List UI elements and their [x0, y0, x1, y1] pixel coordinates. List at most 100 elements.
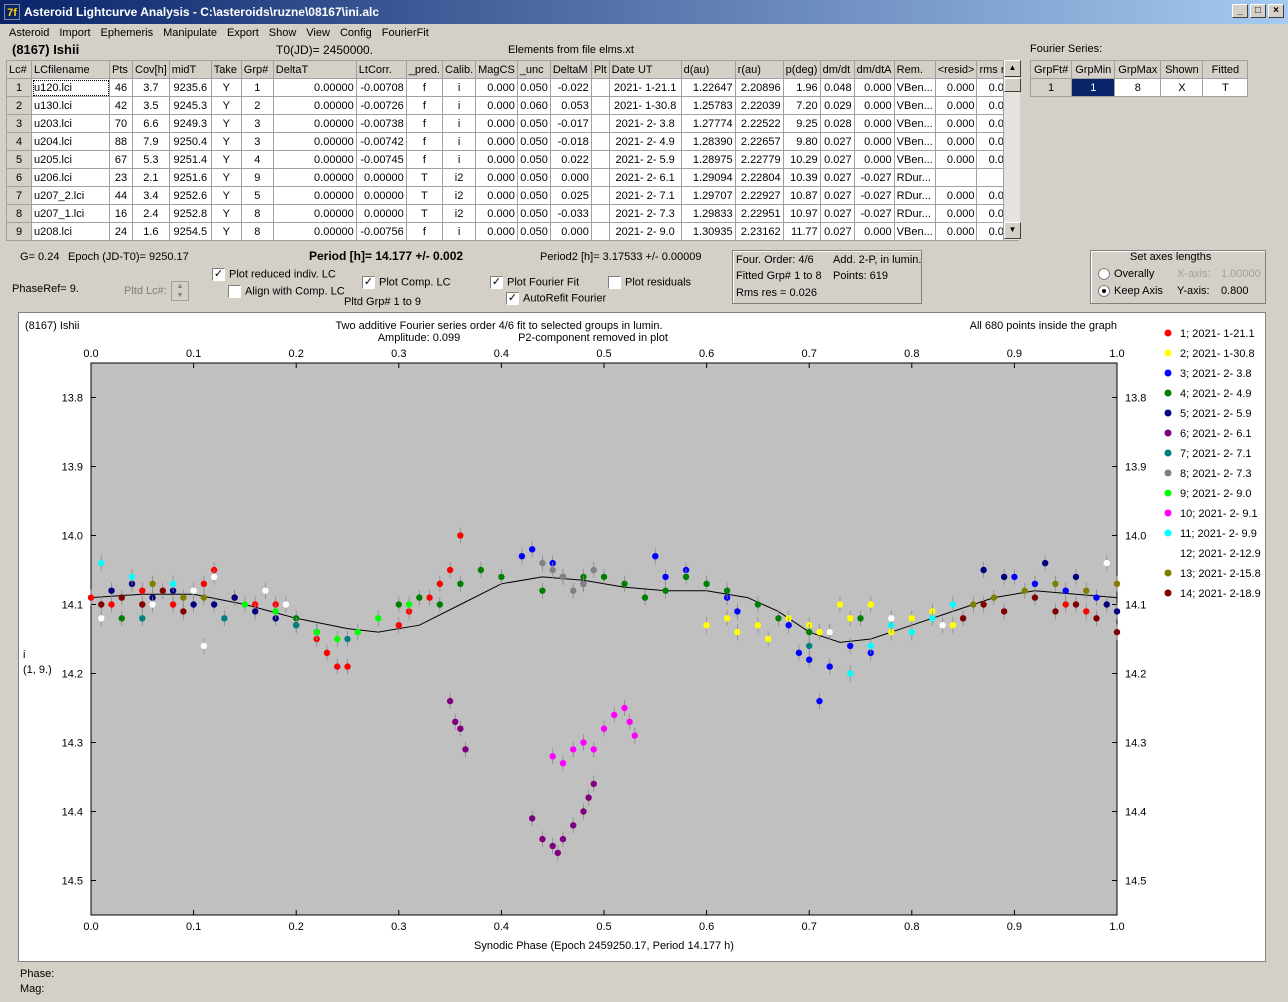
- row-number[interactable]: 7: [6, 186, 32, 205]
- menu-export[interactable]: Export: [222, 27, 264, 39]
- table-cell[interactable]: 0.000: [934, 132, 978, 151]
- table-cell[interactable]: 0.050: [516, 204, 551, 223]
- table-row[interactable]: 8 u207_1.lci 16 2.4 9252.8 Y 8 0.00000 0.00000 Ti…: [6, 204, 1020, 223]
- table-cell[interactable]: 0.000: [934, 150, 978, 169]
- table-cell[interactable]: T: [405, 204, 444, 223]
- table-cell[interactable]: f: [405, 132, 444, 151]
- table-cell[interactable]: i: [441, 114, 477, 133]
- table-row[interactable]: 2 u130.lci 42 3.5 9245.3 Y 2 0.00000 -0.00726 f i 0…: [6, 96, 1020, 115]
- column-header[interactable]: Take: [210, 60, 242, 79]
- column-header[interactable]: <resid>: [934, 60, 978, 79]
- table-cell[interactable]: -0.00756: [355, 222, 407, 241]
- table-cell[interactable]: u204.lci: [31, 132, 110, 151]
- table-cell[interactable]: RDur...: [893, 168, 936, 187]
- table-cell[interactable]: 0.000: [475, 186, 518, 205]
- autorefit-option[interactable]: ✓ AutoRefit Fourier: [506, 292, 606, 305]
- table-row[interactable]: 6 u206.lci 23 2.1 9251.6 Y 9 0.00000 0.00000 Ti2 0…: [6, 168, 1020, 187]
- column-header[interactable]: Plt: [590, 60, 610, 79]
- table-cell[interactable]: -0.018: [549, 132, 592, 151]
- table-cell[interactable]: 10.87: [782, 186, 821, 205]
- overally-radio[interactable]: [1098, 268, 1110, 281]
- table-cell[interactable]: T: [405, 168, 444, 187]
- row-number[interactable]: 1: [6, 78, 32, 97]
- autorefit-checkbox[interactable]: ✓: [506, 292, 519, 305]
- column-header[interactable]: midT: [168, 60, 212, 79]
- table-cell[interactable]: -0.027: [853, 186, 895, 205]
- table-cell[interactable]: -0.017: [549, 114, 592, 133]
- table-cell[interactable]: 2.22951: [734, 204, 784, 223]
- table-cell[interactable]: 10.97: [782, 204, 821, 223]
- column-header[interactable]: LtCorr.: [355, 60, 407, 79]
- table-cell[interactable]: 2021- 2- 6.1: [608, 168, 682, 187]
- table-cell[interactable]: 0.000: [853, 96, 895, 115]
- table-cell[interactable]: 1.29707: [680, 186, 736, 205]
- table-cell[interactable]: 2.22804: [734, 168, 784, 187]
- table-cell[interactable]: u130.lci: [31, 96, 110, 115]
- table-cell[interactable]: 0.000: [853, 78, 895, 97]
- table-cell[interactable]: 0.048: [819, 78, 855, 97]
- table-cell[interactable]: 2.22657: [734, 132, 784, 151]
- table-cell[interactable]: 9: [240, 168, 274, 187]
- plot-residuals-option[interactable]: Plot residuals: [608, 276, 691, 289]
- table-cell[interactable]: 10.29: [782, 150, 821, 169]
- menu-view[interactable]: View: [301, 27, 335, 39]
- table-cell[interactable]: [590, 150, 610, 169]
- column-header[interactable]: MagCS: [475, 60, 518, 79]
- table-cell[interactable]: 3: [240, 114, 274, 133]
- table-cell[interactable]: 0.000: [934, 204, 978, 223]
- table-cell[interactable]: 0.000: [934, 222, 978, 241]
- table-cell[interactable]: 0.027: [819, 204, 855, 223]
- table-row[interactable]: 4 u204.lci 88 7.9 9250.4 Y 3 0.00000 -0.00742 f i 0…: [6, 132, 1020, 151]
- table-cell[interactable]: VBen...: [893, 114, 936, 133]
- plot-residuals-checkbox[interactable]: [608, 276, 621, 289]
- table-cell[interactable]: u207_1.lci: [31, 204, 110, 223]
- table-cell[interactable]: f: [405, 96, 444, 115]
- table-cell[interactable]: 0.000: [475, 204, 518, 223]
- table-cell[interactable]: VBen...: [893, 96, 936, 115]
- keep-axis-radio[interactable]: [1098, 285, 1110, 298]
- table-cell[interactable]: 0.000: [934, 114, 978, 133]
- table-cell[interactable]: -0.022: [549, 78, 592, 97]
- table-cell[interactable]: 88: [109, 132, 133, 151]
- table-cell[interactable]: 1.22647: [680, 78, 736, 97]
- table-cell[interactable]: u205.lci: [31, 150, 110, 169]
- table-cell[interactable]: 11.77: [782, 222, 821, 241]
- table-row[interactable]: 3 u203.lci 70 6.6 9249.3 Y 3 0.00000 -0.00738 f i 0…: [6, 114, 1020, 133]
- table-cell[interactable]: 0.000: [475, 96, 518, 115]
- table-cell[interactable]: -0.00726: [355, 96, 407, 115]
- table-cell[interactable]: 1.25783: [680, 96, 736, 115]
- table-cell[interactable]: [590, 186, 610, 205]
- column-header[interactable]: dm/dtA: [853, 60, 895, 79]
- table-cell[interactable]: [934, 168, 978, 187]
- table-cell[interactable]: 0.000: [853, 132, 895, 151]
- table-cell[interactable]: 9254.5: [168, 222, 212, 241]
- table-cell[interactable]: 9251.4: [168, 150, 212, 169]
- table-cell[interactable]: 0.027: [819, 222, 855, 241]
- table-cell[interactable]: RDur...: [893, 204, 936, 223]
- column-header[interactable]: Calib.: [441, 60, 477, 79]
- table-cell[interactable]: 0.000: [549, 222, 592, 241]
- table-cell[interactable]: 0.050: [516, 78, 551, 97]
- table-cell[interactable]: 5.3: [132, 150, 170, 169]
- table-cell[interactable]: 2021- 2- 3.8: [608, 114, 682, 133]
- table-cell[interactable]: 0.000: [475, 168, 518, 187]
- table-cell[interactable]: u120.lci: [31, 78, 110, 97]
- table-cell[interactable]: VBen...: [893, 150, 936, 169]
- table-cell[interactable]: 0.00000: [272, 114, 357, 133]
- scroll-up-icon[interactable]: ▲: [1004, 60, 1021, 77]
- table-cell[interactable]: 2021- 2- 7.1: [608, 186, 682, 205]
- table-cell[interactable]: [590, 78, 610, 97]
- table-cell[interactable]: 0.060: [516, 96, 551, 115]
- pltd-lc-spinner[interactable]: ▲ ▼: [171, 281, 189, 301]
- table-cell[interactable]: 1.29833: [680, 204, 736, 223]
- table-cell[interactable]: -0.00708: [355, 78, 407, 97]
- table-cell[interactable]: 5: [240, 186, 274, 205]
- table-cell[interactable]: u203.lci: [31, 114, 110, 133]
- table-cell[interactable]: 2.1: [132, 168, 170, 187]
- table-cell[interactable]: 2.23162: [734, 222, 784, 241]
- table-cell[interactable]: 16: [109, 204, 133, 223]
- table-cell[interactable]: 0.00000: [272, 222, 357, 241]
- table-cell[interactable]: i: [441, 150, 477, 169]
- table-cell[interactable]: 0.000: [549, 168, 592, 187]
- maximize-button[interactable]: □: [1250, 4, 1266, 18]
